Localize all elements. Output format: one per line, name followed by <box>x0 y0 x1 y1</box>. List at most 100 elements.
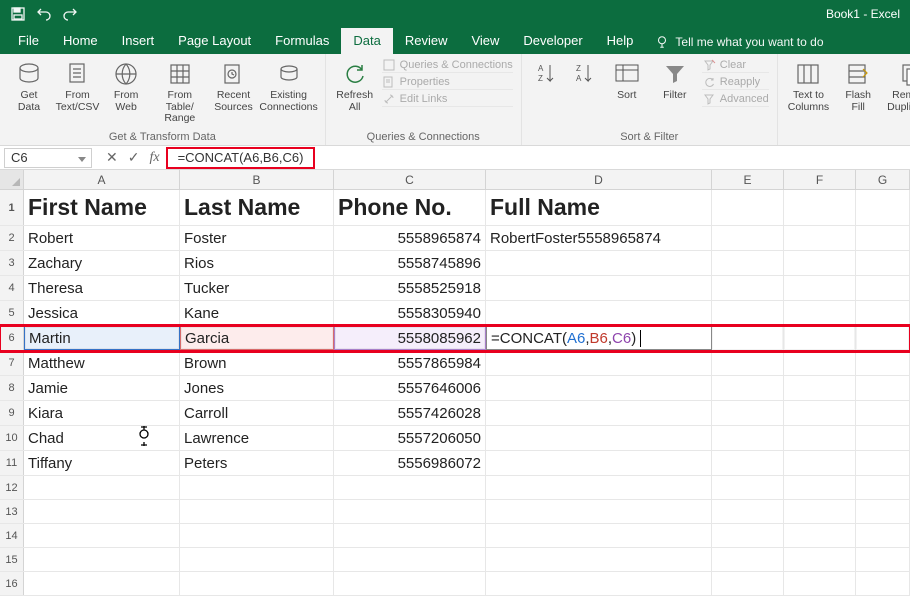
undo-icon[interactable] <box>36 6 52 22</box>
row-header[interactable]: 9 <box>0 401 24 425</box>
recent-sources-button[interactable]: RecentSources <box>212 58 254 115</box>
cell[interactable] <box>486 401 712 425</box>
cell[interactable] <box>334 572 486 595</box>
cell[interactable]: 5558305940 <box>334 301 486 325</box>
cell[interactable]: First Name <box>24 190 180 225</box>
cell[interactable] <box>712 401 784 425</box>
cell[interactable] <box>856 524 910 547</box>
cell[interactable]: Tiffany <box>24 451 180 475</box>
cell[interactable] <box>784 326 856 350</box>
cell[interactable]: Robert <box>24 226 180 250</box>
cell[interactable] <box>712 326 784 350</box>
cell[interactable]: Kane <box>180 301 334 325</box>
cell[interactable] <box>24 476 180 499</box>
tab-formulas[interactable]: Formulas <box>263 28 341 54</box>
cell[interactable] <box>784 476 856 499</box>
cell[interactable]: 5558965874 <box>334 226 486 250</box>
cell[interactable]: Jessica <box>24 301 180 325</box>
cell[interactable] <box>180 548 334 571</box>
cell[interactable]: 5558525918 <box>334 276 486 300</box>
refresh-all-button[interactable]: RefreshAll <box>334 58 376 115</box>
filter-button[interactable]: Filter <box>654 58 696 104</box>
cell[interactable] <box>486 476 712 499</box>
col-header-e[interactable]: E <box>712 170 784 189</box>
cell[interactable] <box>784 276 856 300</box>
sort-za-button[interactable]: ZA <box>568 58 600 90</box>
cancel-formula-icon[interactable]: ✕ <box>106 149 118 166</box>
cell[interactable]: Full Name <box>486 190 712 225</box>
cell[interactable] <box>24 572 180 595</box>
cell[interactable]: Chad <box>24 426 180 450</box>
cell[interactable]: 5558745896 <box>334 251 486 275</box>
get-data-button[interactable]: GetData <box>8 58 50 115</box>
cell[interactable] <box>486 301 712 325</box>
tab-home[interactable]: Home <box>51 28 110 54</box>
clear-button[interactable]: Clear <box>702 58 769 73</box>
row-header[interactable]: 10 <box>0 426 24 450</box>
cell[interactable] <box>856 476 910 499</box>
advanced-button[interactable]: Advanced <box>702 92 769 107</box>
cell[interactable] <box>486 451 712 475</box>
from-text-csv-button[interactable]: FromText/CSV <box>56 58 99 115</box>
cell[interactable] <box>856 190 910 225</box>
cell[interactable] <box>856 451 910 475</box>
cell[interactable] <box>486 524 712 547</box>
cell[interactable] <box>24 548 180 571</box>
cell[interactable]: RobertFoster5558965874 <box>486 226 712 250</box>
cell[interactable]: 5557426028 <box>334 401 486 425</box>
row-header[interactable]: 8 <box>0 376 24 400</box>
cell[interactable] <box>856 251 910 275</box>
cell[interactable] <box>784 548 856 571</box>
col-header-c[interactable]: C <box>334 170 486 189</box>
name-box[interactable]: C6 <box>4 148 92 168</box>
cell[interactable] <box>334 548 486 571</box>
cell[interactable] <box>856 301 910 325</box>
cell[interactable] <box>712 276 784 300</box>
cell[interactable] <box>180 524 334 547</box>
cell[interactable]: Matthew <box>24 351 180 375</box>
cell[interactable]: Brown <box>180 351 334 375</box>
cell[interactable] <box>712 301 784 325</box>
tab-view[interactable]: View <box>459 28 511 54</box>
row-header[interactable]: 1 <box>0 190 24 225</box>
cell[interactable] <box>856 572 910 595</box>
tab-file[interactable]: File <box>6 28 51 54</box>
cell[interactable] <box>712 351 784 375</box>
tab-insert[interactable]: Insert <box>110 28 167 54</box>
redo-icon[interactable] <box>62 6 78 22</box>
row-header[interactable]: 5 <box>0 301 24 325</box>
cell[interactable] <box>712 426 784 450</box>
tab-help[interactable]: Help <box>595 28 646 54</box>
cell[interactable] <box>486 548 712 571</box>
cell[interactable] <box>24 524 180 547</box>
cell[interactable]: Lawrence <box>180 426 334 450</box>
col-header-d[interactable]: D <box>486 170 712 189</box>
cell[interactable] <box>856 276 910 300</box>
formula-input[interactable]: =CONCAT(A6,B6,C6) <box>172 148 310 168</box>
cell[interactable] <box>486 376 712 400</box>
cell[interactable] <box>784 351 856 375</box>
cell[interactable]: Peters <box>180 451 334 475</box>
cell[interactable] <box>486 572 712 595</box>
cell[interactable] <box>712 572 784 595</box>
cell[interactable] <box>784 251 856 275</box>
cell[interactable] <box>334 500 486 523</box>
cell[interactable] <box>712 451 784 475</box>
cell[interactable] <box>784 451 856 475</box>
from-table-range-button[interactable]: From Table/Range <box>153 58 206 127</box>
cell[interactable] <box>784 301 856 325</box>
remove-duplicates-button[interactable]: RemoveDuplicates <box>885 58 910 115</box>
row-header[interactable]: 11 <box>0 451 24 475</box>
row-header[interactable]: 12 <box>0 476 24 499</box>
cell[interactable]: 5558085962 <box>334 326 486 350</box>
enter-formula-icon[interactable]: ✓ <box>128 149 140 166</box>
cell[interactable] <box>856 426 910 450</box>
flash-fill-button[interactable]: FlashFill <box>837 58 879 115</box>
cell[interactable] <box>856 500 910 523</box>
cell[interactable] <box>856 548 910 571</box>
cell[interactable]: 5557646006 <box>334 376 486 400</box>
cell[interactable] <box>486 351 712 375</box>
cell[interactable]: 5557865984 <box>334 351 486 375</box>
row-header[interactable]: 15 <box>0 548 24 571</box>
cell[interactable] <box>712 226 784 250</box>
